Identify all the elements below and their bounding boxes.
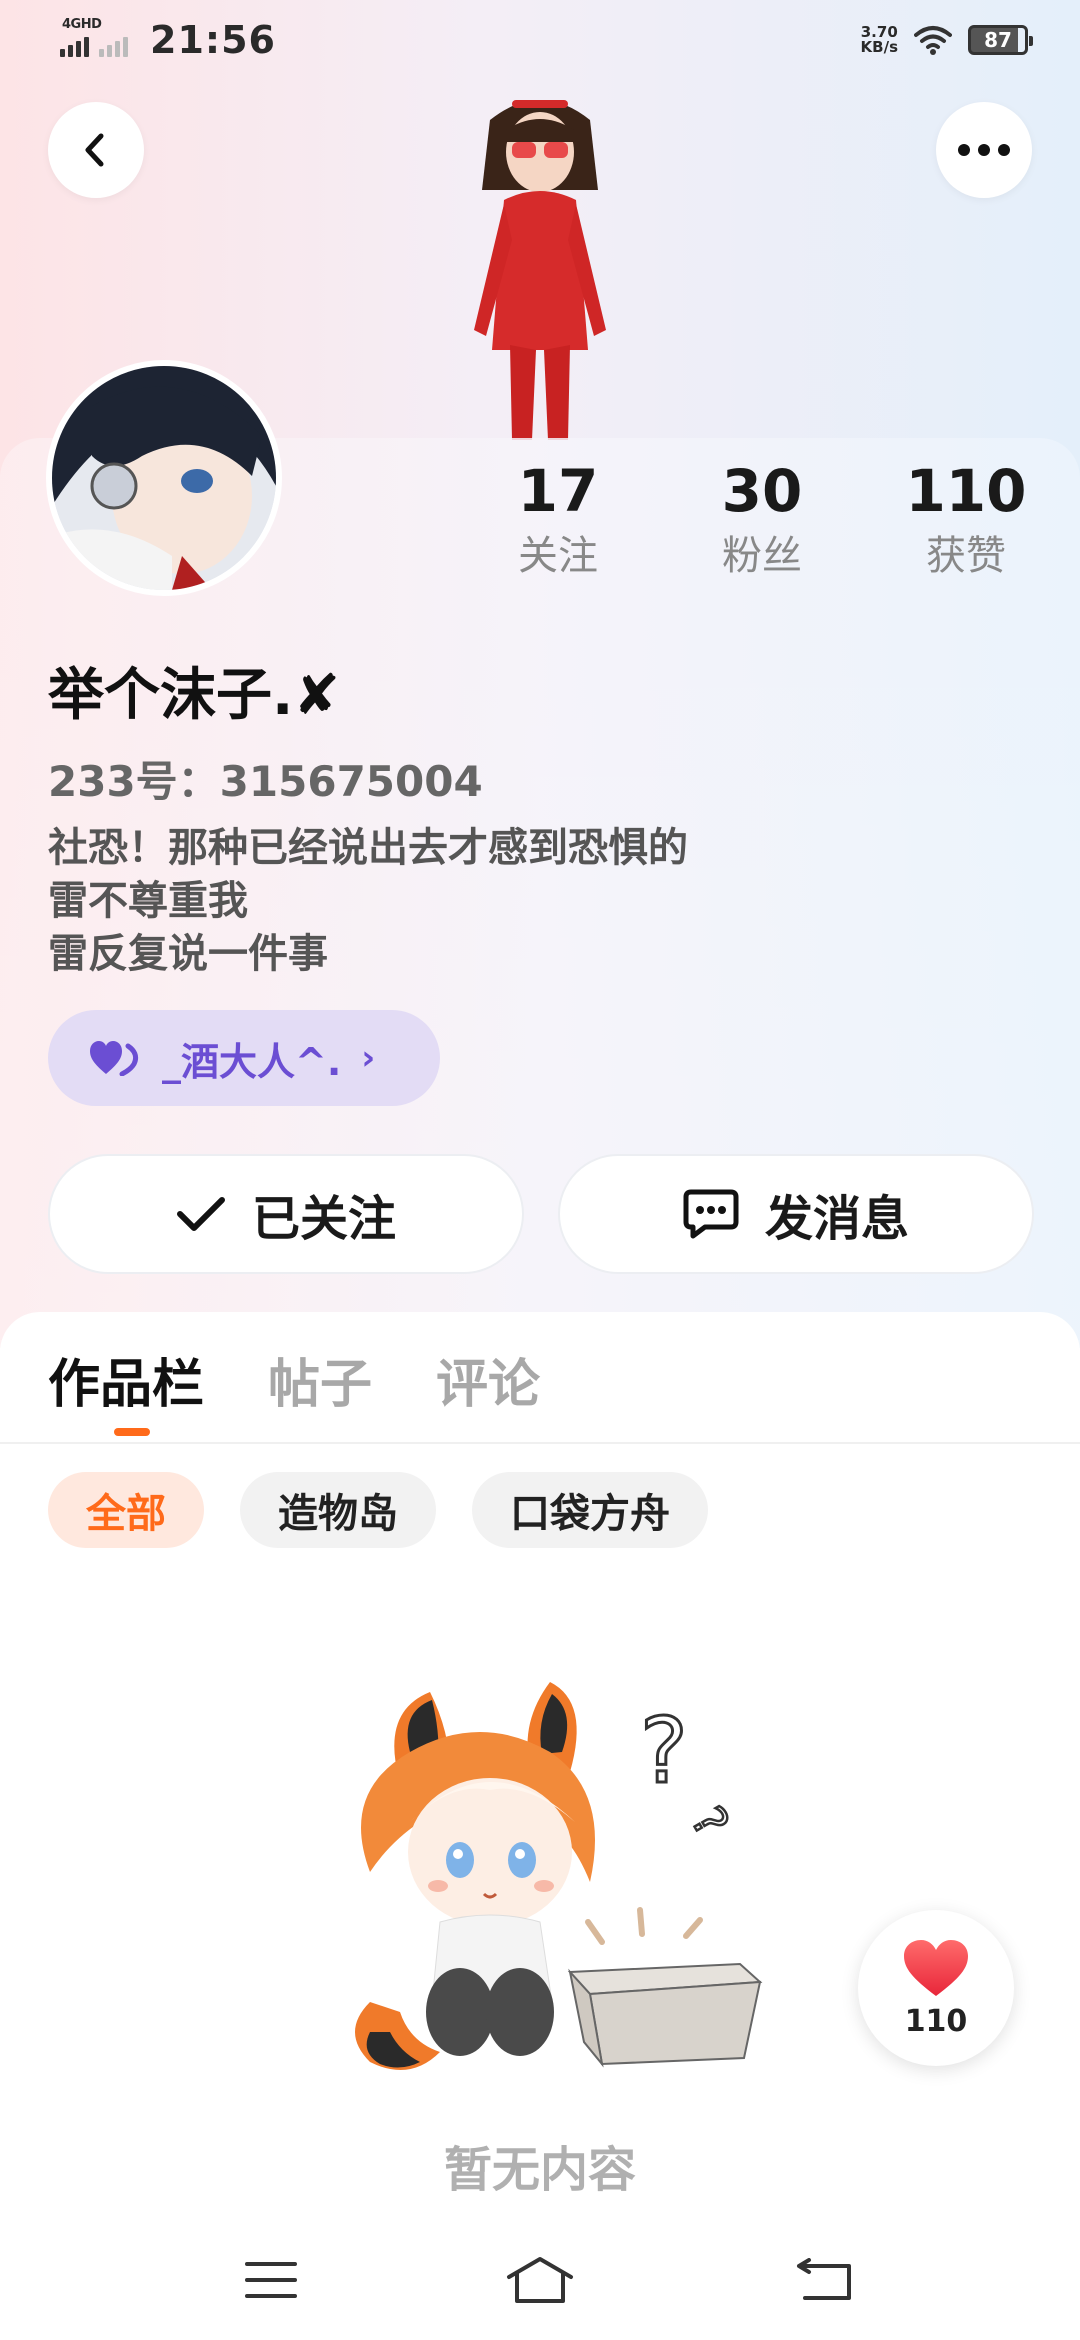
empty-state-illustration: ? ? (355, 1682, 763, 2070)
filter-pocket-ark[interactable]: 口袋方舟 (472, 1472, 708, 1548)
heart-icon (904, 1939, 968, 1996)
network-label: 4GHD (62, 17, 102, 32)
content-tabs: 作品栏 帖子 评论 (48, 1342, 540, 1436)
relation-tag[interactable]: _酒大人^. › (48, 1010, 440, 1106)
more-dots-icon (958, 144, 1010, 156)
relation-tag-label: _酒大人^. (162, 1039, 342, 1084)
tabs-divider (0, 1442, 1080, 1444)
system-nav-bar (0, 2220, 1080, 2340)
stat-following-value: 17 (517, 457, 599, 525)
battery-indicator: 87 (968, 25, 1033, 55)
stat-followers-value: 30 (721, 457, 803, 525)
tab-posts[interactable]: 帖子 (268, 1342, 372, 1417)
tab-works[interactable]: 作品栏 (48, 1342, 204, 1436)
like-count: 110 (904, 2003, 968, 2039)
stat-likes[interactable]: 110 获赞 (876, 456, 1056, 584)
like-button[interactable]: 110 (858, 1910, 1014, 2066)
avatar-character-figure (474, 100, 606, 440)
stat-following-label: 关注 (518, 533, 598, 579)
chevron-right-icon: › (361, 1038, 376, 1078)
battery-level: 87 (984, 28, 1012, 52)
double-heart-icon (90, 1041, 139, 1076)
bio-line: 雷不尊重我 (48, 878, 248, 924)
filter-chips: 全部 造物岛 口袋方舟 (48, 1472, 708, 1548)
svg-text:?: ? (640, 1699, 688, 1804)
network-speed: 3.70 KB/s (861, 25, 898, 55)
stat-likes-value: 110 (905, 457, 1027, 525)
filter-all[interactable]: 全部 (48, 1472, 204, 1548)
chevron-left-icon (85, 133, 104, 167)
speed-unit: KB/s (860, 38, 898, 56)
message-button-label: 发消息 (764, 1191, 909, 1247)
status-bar: 4GHD 21:56 3.70 KB/s 87 (0, 0, 1080, 80)
clock: 21:56 (150, 18, 276, 62)
menu-icon (245, 2262, 297, 2298)
message-button[interactable]: 发消息 (558, 1154, 1034, 1274)
svg-text:?: ? (681, 1798, 740, 1846)
stat-followers-label: 粉丝 (722, 533, 802, 579)
empty-state-text: 暂无内容 (443, 2142, 636, 2198)
signal-2-icon (99, 23, 128, 57)
user-id[interactable]: 233号：315675004 (48, 748, 483, 809)
stat-likes-label: 获赞 (926, 533, 1006, 579)
filter-creation-island[interactable]: 造物岛 (240, 1472, 436, 1548)
username: 举个沫子.✘ (48, 663, 341, 728)
following-button-label: 已关注 (251, 1191, 396, 1247)
content-section: 作品栏 帖子 评论 全部 造物岛 口袋方舟 ? ? 暂无内容 (0, 1312, 1080, 2340)
bio: 社恐！那种已经说出去才感到恐惧的 雷不尊重我 雷反复说一件事 (48, 822, 688, 981)
following-button[interactable]: 已关注 (48, 1154, 524, 1274)
profile-stats: 17 关注 30 粉丝 110 获赞 (0, 456, 1080, 596)
nav-back-button[interactable] (790, 2250, 860, 2310)
signal-icon: 4GHD (60, 17, 102, 57)
back-button[interactable] (48, 102, 144, 198)
tab-comments[interactable]: 评论 (436, 1342, 540, 1417)
check-icon (176, 1197, 225, 1231)
more-button[interactable] (936, 102, 1032, 198)
bio-line: 雷反复说一件事 (48, 931, 328, 977)
nav-menu-button[interactable] (236, 2250, 306, 2310)
home-icon (507, 2257, 573, 2303)
bio-line: 社恐！那种已经说出去才感到恐惧的 (48, 825, 688, 871)
wifi-icon (914, 26, 952, 55)
back-icon (797, 2258, 851, 2300)
stat-followers[interactable]: 30 粉丝 (672, 456, 852, 584)
stat-following[interactable]: 17 关注 (468, 456, 648, 584)
nav-home-button[interactable] (505, 2250, 575, 2310)
chat-bubble-icon (683, 1189, 739, 1239)
